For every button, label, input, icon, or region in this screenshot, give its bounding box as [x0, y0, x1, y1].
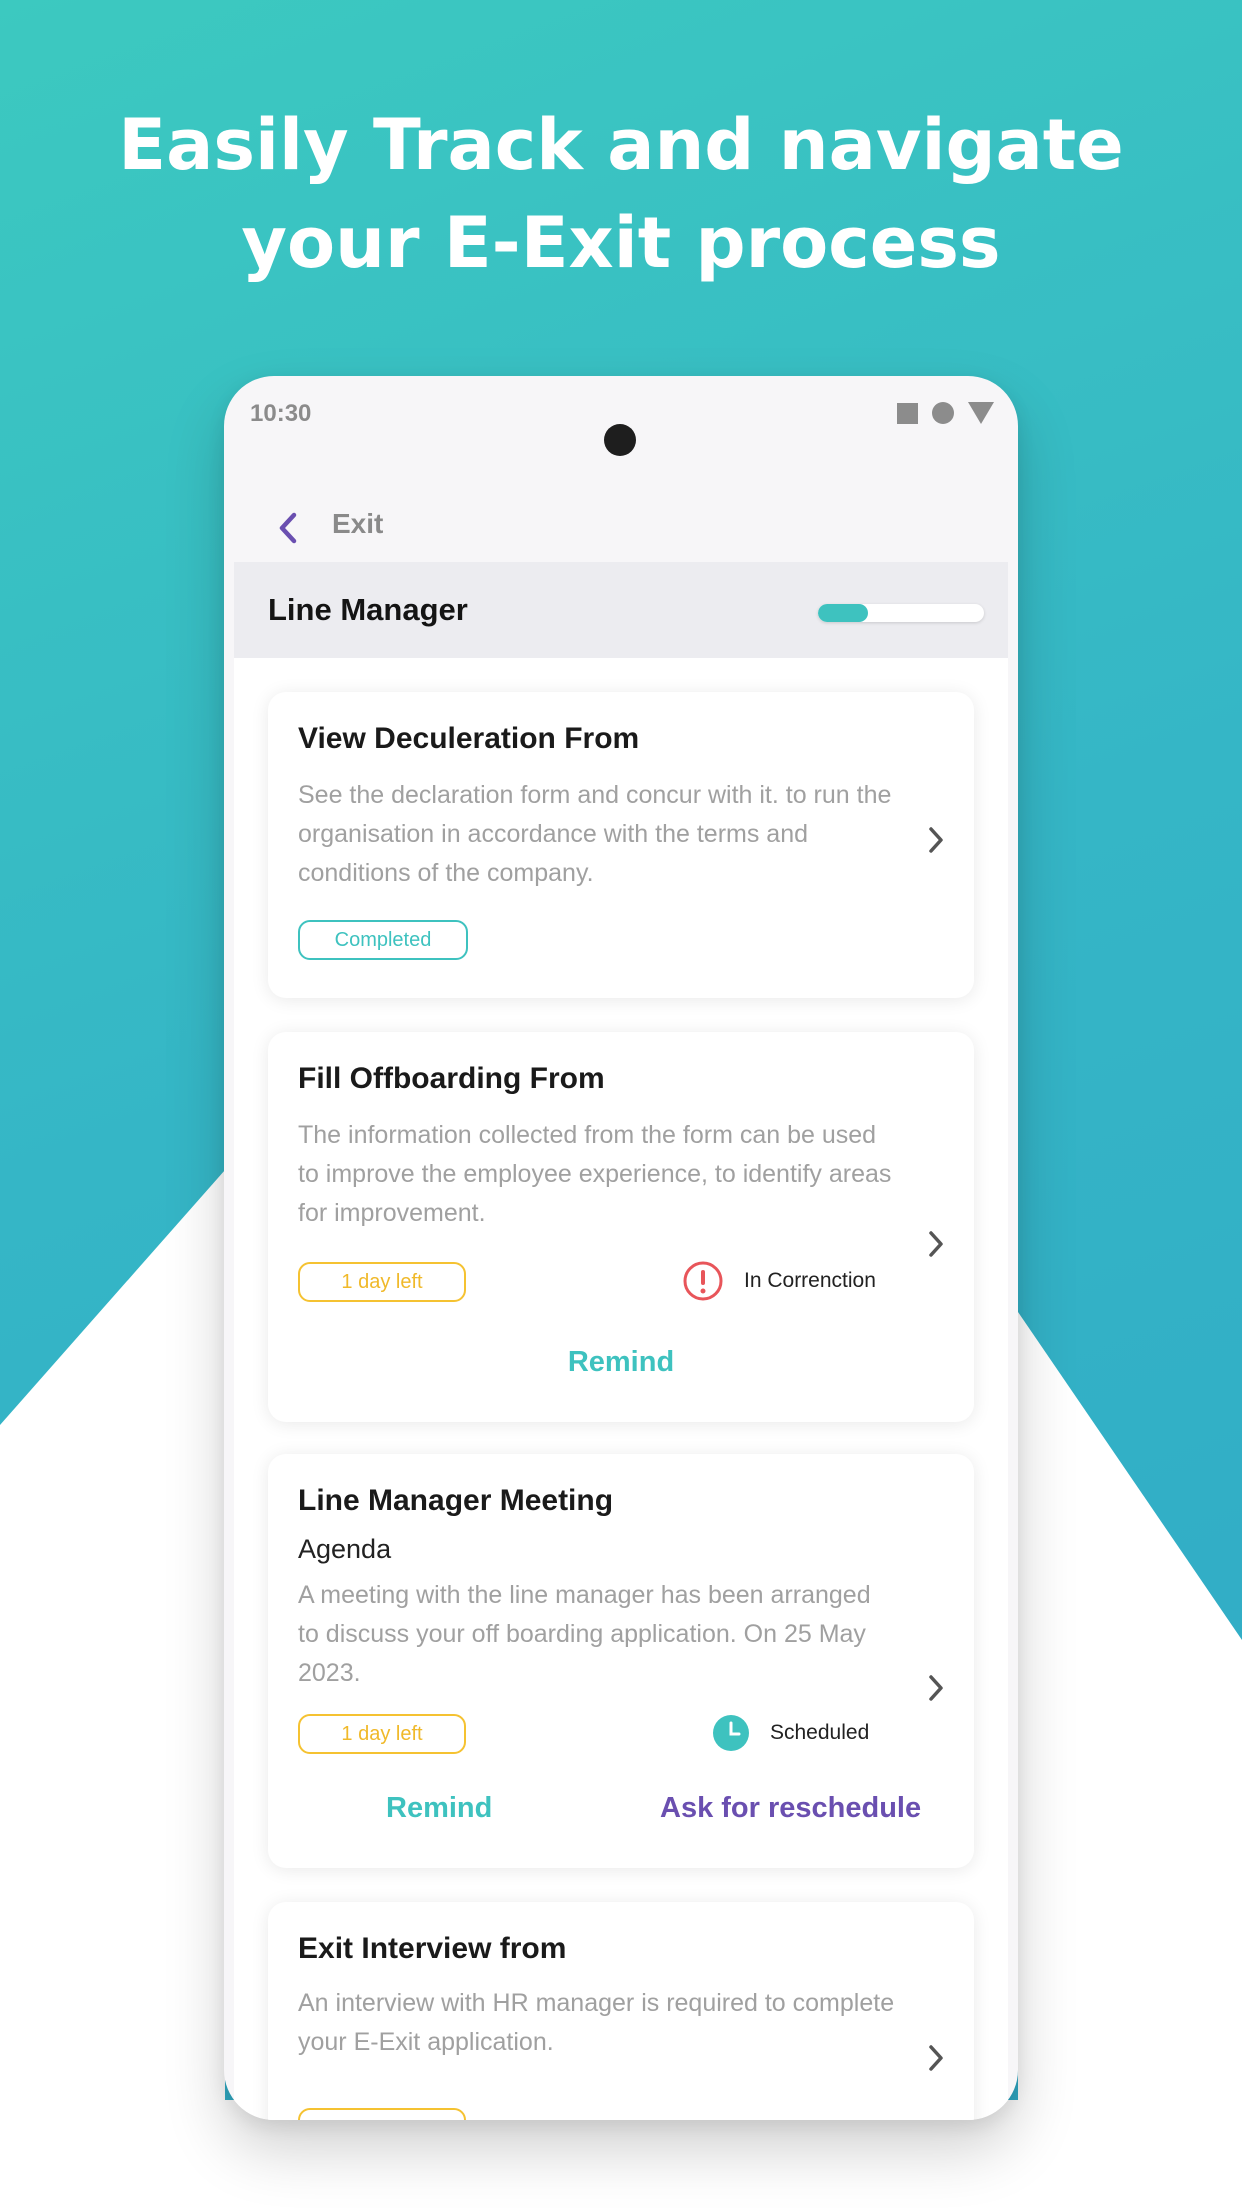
chevron-right-icon[interactable] [926, 824, 946, 856]
status-icons [897, 402, 994, 424]
card-title: View Deculeration From [298, 722, 640, 755]
card-title: Line Manager Meeting [298, 1484, 614, 1517]
ask-reschedule-button[interactable]: Ask for reschedule [660, 1792, 921, 1825]
status-label: In Correnction [744, 1269, 876, 1292]
task-card-declaration[interactable]: View Deculeration From See the declarati… [268, 692, 974, 998]
square-icon [897, 402, 918, 424]
section-header: Line Manager [234, 562, 1008, 658]
remind-button[interactable]: Remind [268, 1346, 974, 1379]
chevron-right-icon[interactable] [926, 2042, 946, 2074]
phone-frame: 10:30 Exit Line Manager View Deculeratio… [224, 376, 1018, 2120]
status-scheduled: Scheduled [712, 1714, 869, 1752]
card-description: The information collected from the form … [298, 1121, 892, 1227]
alert-icon [683, 1261, 723, 1301]
app-bar-title: Exit [332, 508, 384, 539]
deadline-badge: 1 day left [298, 1262, 466, 1302]
triangle-icon [968, 402, 994, 424]
card-description: A meeting with the line manager has been… [298, 1581, 871, 1687]
task-card-exit-interview[interactable]: Exit Interview from An interview with HR… [268, 1902, 974, 2120]
headline-line-1: Easily Track and navigate [118, 104, 1124, 186]
card-subtitle: Agenda [298, 1534, 392, 1564]
chevron-left-icon[interactable] [274, 510, 304, 546]
chevron-right-icon[interactable] [926, 1672, 946, 1704]
status-time: 10:30 [250, 400, 312, 427]
deadline-badge [298, 2108, 466, 2120]
status-label: Scheduled [770, 1721, 870, 1744]
deadline-badge: 1 day left [298, 1714, 466, 1754]
progress-bar [818, 604, 984, 622]
task-list[interactable]: View Deculeration From See the declarati… [234, 658, 1008, 2120]
progress-fill [818, 604, 868, 622]
clock-icon [713, 1715, 749, 1751]
task-card-meeting[interactable]: Line Manager Meeting Agenda A meeting wi… [268, 1454, 974, 1868]
headline-line-2: your E-Exit process [241, 202, 1001, 284]
card-title: Fill Offboarding From [298, 1062, 605, 1095]
task-card-offboarding[interactable]: Fill Offboarding From The information co… [268, 1032, 974, 1422]
card-title: Exit Interview from [298, 1932, 567, 1965]
headline: Easily Track and navigate your E-Exit pr… [0, 96, 1242, 292]
camera-cutout [604, 424, 636, 456]
circle-icon [932, 402, 954, 424]
status-badge-completed: Completed [298, 920, 468, 960]
card-description: See the declaration form and concur with… [298, 781, 892, 887]
status-in-correction: In Correnction [682, 1260, 876, 1302]
chevron-right-icon[interactable] [926, 1228, 946, 1260]
section-title: Line Manager [268, 592, 468, 627]
card-description: An interview with HR manager is required… [298, 1989, 895, 2056]
remind-button[interactable]: Remind [386, 1792, 492, 1825]
